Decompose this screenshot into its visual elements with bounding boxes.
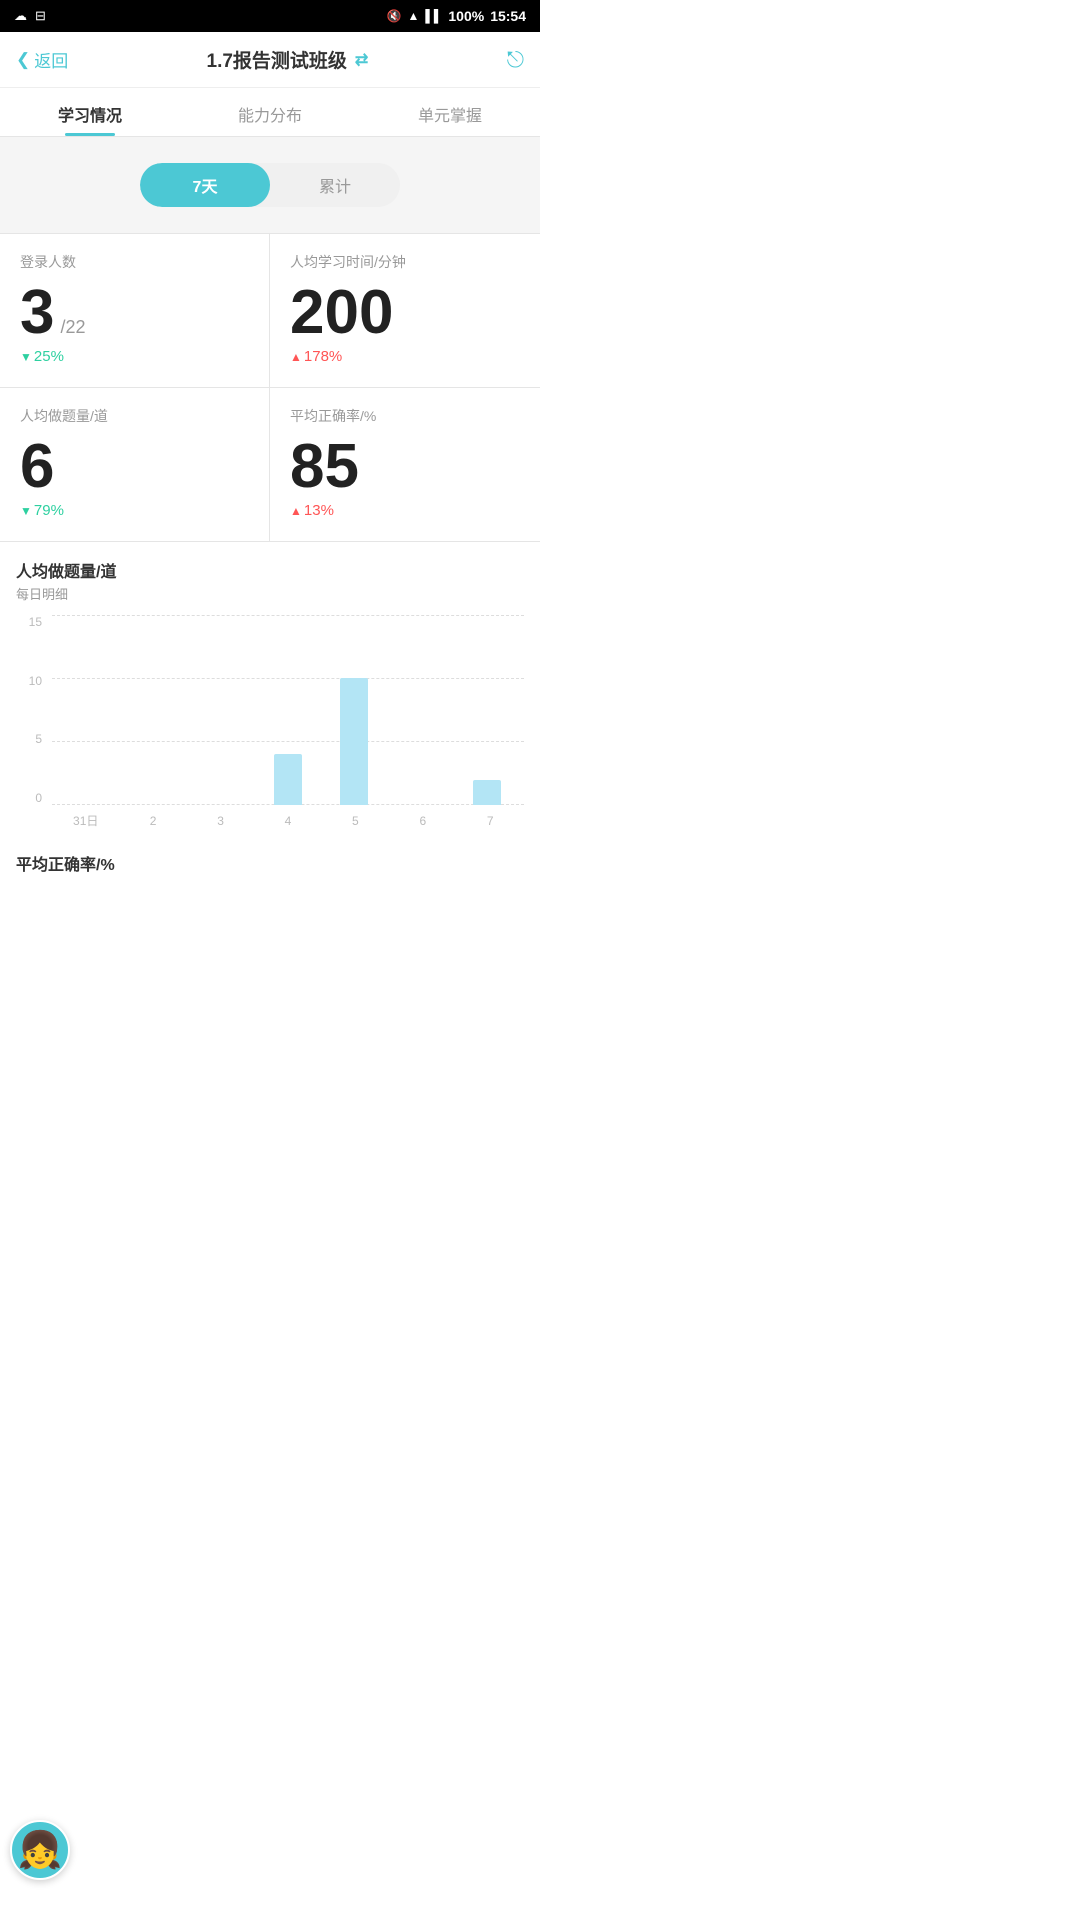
stat-study-time-label: 人均学习时间/分钟 xyxy=(290,252,520,272)
stat-questions-label: 人均做题量/道 xyxy=(20,406,249,426)
x-label-5: 6 xyxy=(389,807,456,835)
x-label-0: 31日 xyxy=(52,807,119,835)
stat-login-number: 3 xyxy=(20,282,54,344)
shuffle-icon[interactable]: ⇄ xyxy=(355,50,368,70)
stat-questions-number: 6 xyxy=(20,436,54,498)
x-label-6: 7 xyxy=(457,807,524,835)
status-left-icons: ☁ ⊟ xyxy=(14,8,46,24)
stat-accuracy-number: 85 xyxy=(290,436,359,498)
tab-unit[interactable]: 单元掌握 xyxy=(360,88,540,136)
x-label-4: 5 xyxy=(322,807,389,835)
header: ❮ 返回 1.7报告测试班级 ⇄ ⎋ xyxy=(0,32,540,88)
chart1-xaxis: 31日234567 xyxy=(52,807,524,835)
tab-learning[interactable]: 学习情况 xyxy=(0,88,180,136)
chart1-subtitle: 每日明细 xyxy=(16,584,524,603)
stat-accuracy-label: 平均正确率/% xyxy=(290,406,520,426)
avatar[interactable]: 👧 xyxy=(10,1820,70,1880)
stat-study-time-change-value: 178% xyxy=(304,348,342,365)
back-label: 返回 xyxy=(34,47,68,72)
bar-group-1 xyxy=(122,615,188,805)
bar-group-2 xyxy=(189,615,255,805)
up-arrow-icon xyxy=(290,348,302,365)
stat-accuracy: 平均正确率/% 85 13% xyxy=(270,388,540,541)
cloud-icon: ☁ xyxy=(14,8,27,24)
up-arrow2-icon xyxy=(290,502,302,519)
wifi-icon: ▲ xyxy=(407,9,419,23)
stat-login-label: 登录人数 xyxy=(20,252,249,272)
stat-questions-value-row: 6 xyxy=(20,436,249,498)
x-label-1: 2 xyxy=(119,807,186,835)
period-7days[interactable]: 7天 xyxy=(140,163,270,207)
stat-accuracy-change-value: 13% xyxy=(304,502,334,519)
down-arrow-icon xyxy=(20,348,32,365)
page-title-group: 1.7报告测试班级 ⇄ xyxy=(207,46,369,73)
bar-4 xyxy=(340,678,368,805)
bar-group-0 xyxy=(56,615,122,805)
bar-group-3 xyxy=(255,615,321,805)
stat-questions-change: 79% xyxy=(20,502,249,519)
chart-questions-section: 人均做题量/道 每日明细 15 10 5 0 31日234567 xyxy=(0,542,540,835)
status-right-info: 🔇 ▲ ▌▌ 100% 15:54 xyxy=(387,8,526,24)
back-button[interactable]: ❮ 返回 xyxy=(16,47,68,72)
y-label-15: 15 xyxy=(29,615,42,629)
main-tabs: 学习情况 能力分布 单元掌握 xyxy=(0,88,540,137)
x-label-3: 4 xyxy=(254,807,321,835)
stats-grid: 登录人数 3 /22 25% 人均学习时间/分钟 200 178% 人均做题量/… xyxy=(0,233,540,542)
stat-study-time-value-row: 200 xyxy=(290,282,520,344)
chart1-bars xyxy=(52,615,524,805)
image-icon: ⊟ xyxy=(35,8,46,24)
y-label-0: 0 xyxy=(35,791,42,805)
bar-6 xyxy=(473,780,501,805)
status-bar: ☁ ⊟ 🔇 ▲ ▌▌ 100% 15:54 xyxy=(0,0,540,32)
stat-study-time-number: 200 xyxy=(290,282,393,344)
stat-study-time: 人均学习时间/分钟 200 178% xyxy=(270,234,540,388)
y-label-10: 10 xyxy=(29,674,42,688)
chart2-section: 平均正确率/% xyxy=(0,835,540,875)
chart2-title: 平均正确率/% xyxy=(16,851,524,875)
tab-ability[interactable]: 能力分布 xyxy=(180,88,360,136)
share-icon[interactable]: ⎋ xyxy=(507,47,524,73)
bar-group-6 xyxy=(454,615,520,805)
avatar-face: 👧 xyxy=(18,1829,63,1871)
stat-study-time-change: 178% xyxy=(290,348,520,365)
x-label-2: 3 xyxy=(187,807,254,835)
mute-icon: 🔇 xyxy=(387,9,402,23)
chart1-yaxis: 15 10 5 0 xyxy=(16,615,46,805)
period-toggle: 7天 累计 xyxy=(140,163,400,207)
signal-icon: ▌▌ xyxy=(425,9,442,23)
bar-group-4 xyxy=(321,615,387,805)
y-label-5: 5 xyxy=(35,732,42,746)
period-cumulative[interactable]: 累计 xyxy=(270,163,400,207)
battery-label: 100% xyxy=(448,8,484,24)
stat-accuracy-value-row: 85 xyxy=(290,436,520,498)
stat-questions: 人均做题量/道 6 79% xyxy=(0,388,270,541)
stat-login-change: 25% xyxy=(20,348,249,365)
page-title: 1.7报告测试班级 xyxy=(207,46,347,73)
back-arrow-icon: ❮ xyxy=(16,50,30,70)
bar-3 xyxy=(274,754,302,805)
stat-login-value-row: 3 /22 xyxy=(20,282,249,344)
stat-login-count: 登录人数 3 /22 25% xyxy=(0,234,270,388)
stat-login-change-value: 25% xyxy=(34,348,64,365)
chart1-area: 15 10 5 0 31日234567 xyxy=(16,615,524,835)
down-arrow2-icon xyxy=(20,502,32,519)
stat-login-sub: /22 xyxy=(60,317,85,338)
time-label: 15:54 xyxy=(490,8,526,24)
bar-group-5 xyxy=(387,615,453,805)
chart1-title: 人均做题量/道 xyxy=(16,558,524,582)
stat-accuracy-change: 13% xyxy=(290,502,520,519)
stat-questions-change-value: 79% xyxy=(34,502,64,519)
